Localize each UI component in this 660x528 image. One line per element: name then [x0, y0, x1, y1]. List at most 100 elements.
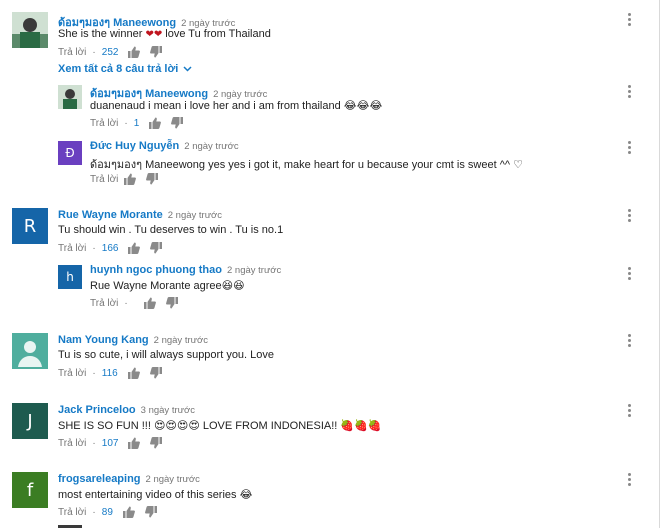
like-count: 252: [101, 46, 119, 58]
comment-actions: Trả lời · 107: [58, 437, 172, 449]
comment-actions: Trả lời · 252: [58, 46, 172, 58]
comment-thread-2: R Rue Wayne Morante 2 ngày trước Tu shoul…: [0, 200, 660, 260]
comment-actions: Trả lời · 116: [58, 367, 172, 379]
more-options-icon[interactable]: [628, 473, 632, 487]
reply-button[interactable]: Trả lời: [58, 47, 86, 58]
more-options-icon[interactable]: [628, 141, 632, 155]
comment-text: duanenaud i mean i love her and i am fro…: [90, 100, 383, 112]
more-options-icon[interactable]: [628, 267, 632, 281]
avatar-letter: Đ: [58, 141, 82, 165]
timestamp[interactable]: 3 ngày trước: [141, 405, 195, 416]
comment-actions: Trả lời ·: [90, 297, 188, 309]
author-name[interactable]: Nam Young Kang: [58, 334, 149, 346]
comment-actions: Trả lời: [90, 173, 168, 185]
author-name[interactable]: frogsareleaping: [58, 473, 141, 485]
comment-actions: Trả lời · 166: [58, 242, 172, 254]
comment-thread-3: Nam Young Kang 2 ngày trước Tu is so cute…: [0, 325, 660, 385]
comment-actions: Trả lời · 89: [58, 506, 167, 518]
avatar[interactable]: [12, 12, 48, 48]
thumbs-down-icon[interactable]: [144, 506, 157, 518]
author-name[interactable]: Jack Princeloo: [58, 404, 136, 416]
avatar[interactable]: Đ: [58, 141, 82, 165]
chevron-down-icon: [183, 66, 192, 72]
view-replies-label: Xem tất cả 8 câu trả lời: [58, 63, 179, 75]
like-count: 116: [101, 367, 118, 379]
reply-3: h huynh ngoc phuong thao 2 ngày trước Rue…: [0, 260, 660, 315]
comment-text: ด้อมๆมองๆ Maneewong yes yes i got it, ma…: [90, 159, 523, 171]
avatar-letter: h: [58, 265, 82, 289]
author-name[interactable]: Rue Wayne Morante: [58, 209, 163, 221]
comment-thread-4: J Jack Princeloo 3 ngày trước SHE IS SO F…: [0, 394, 660, 454]
like-count: 107: [101, 437, 119, 449]
comment-header: Jack Princeloo 3 ngày trước: [58, 404, 195, 416]
comment-text: Tu is so cute, i will always support you…: [58, 349, 275, 361]
reply-button[interactable]: Trả lời: [90, 174, 118, 185]
reply-button[interactable]: Trả lời: [90, 298, 118, 309]
reply-button[interactable]: Trả lời: [58, 368, 86, 379]
thumbs-up-icon[interactable]: [122, 506, 135, 518]
timestamp[interactable]: 2 ngày trước: [168, 210, 222, 221]
reply-1: ด้อมๆมองๆ Maneewong 2 ngày trước duanenau…: [0, 80, 660, 135]
timestamp[interactable]: 2 ngày trước: [184, 141, 238, 152]
thumbs-up-icon[interactable]: [149, 117, 162, 129]
reply-button[interactable]: Trả lời: [58, 438, 86, 449]
thumbs-up-icon[interactable]: [124, 173, 137, 185]
like-count: 1: [133, 117, 140, 129]
timestamp[interactable]: 2 ngày trước: [146, 474, 200, 485]
reply-2: Đ Đức Huy Nguyễn 2 ngày trước ด้อมๆมองๆ M…: [0, 136, 660, 191]
avatar-letter: R: [12, 208, 48, 244]
thumbs-up-icon[interactable]: [143, 297, 156, 309]
reply-button[interactable]: Trả lời: [58, 243, 86, 254]
like-count: 166: [101, 242, 119, 254]
comment-header: Đức Huy Nguyễn 2 ngày trước: [90, 140, 239, 152]
avatar[interactable]: f: [12, 472, 48, 508]
more-options-icon[interactable]: [628, 209, 632, 223]
avatar-photo-icon: [12, 12, 48, 48]
timestamp[interactable]: 2 ngày trước: [154, 335, 208, 346]
reply-button[interactable]: Trả lời: [58, 507, 86, 518]
avatar[interactable]: J: [12, 403, 48, 439]
thumbs-up-icon[interactable]: [128, 242, 141, 254]
thumbs-down-icon[interactable]: [146, 173, 159, 185]
thumbs-down-icon[interactable]: [171, 117, 184, 129]
thumbs-down-icon[interactable]: [150, 46, 163, 58]
avatar-letter: J: [12, 403, 48, 439]
comment-text: Rue Wayne Morante agree😆😆: [90, 280, 245, 292]
thumbs-down-icon[interactable]: [165, 297, 178, 309]
comment-header: huynh ngoc phuong thao 2 ngày trước: [90, 264, 281, 276]
comment-header: Rue Wayne Morante 2 ngày trước: [58, 209, 222, 221]
more-options-icon[interactable]: [628, 404, 632, 418]
like-count: 89: [101, 506, 113, 518]
thumbs-up-icon[interactable]: [127, 367, 140, 379]
thumbs-down-icon[interactable]: [150, 437, 163, 449]
default-avatar-icon: [12, 333, 48, 369]
avatar-photo-icon: [58, 85, 82, 109]
avatar[interactable]: [12, 333, 48, 369]
comment-header: frogsareleaping 2 ngày trước: [58, 473, 200, 485]
comment-thread-1: ด้อมๆมองๆ Maneewong 2 ngày trước She is t…: [0, 0, 660, 60]
reply-button[interactable]: Trả lời: [90, 118, 118, 129]
thumbs-up-icon[interactable]: [128, 437, 141, 449]
thumbs-down-icon[interactable]: [149, 367, 162, 379]
comment-text: SHE IS SO FUN !!! 😍😍😍😍 LOVE FROM INDONES…: [58, 420, 382, 432]
comment-actions: Trả lời · 1: [90, 117, 193, 129]
more-options-icon[interactable]: [628, 85, 632, 99]
thumbs-up-icon[interactable]: [128, 46, 141, 58]
heart-emoji: ❤❤: [145, 29, 163, 40]
comment-text: Tu should win . Tu deserves to win . Tu …: [58, 224, 284, 236]
comment-thread-5: f frogsareleaping 2 ngày trước most enter…: [0, 463, 660, 528]
avatar[interactable]: R: [12, 208, 48, 244]
avatar[interactable]: h: [58, 265, 82, 289]
comment-header: Nam Young Kang 2 ngày trước: [58, 334, 208, 346]
avatar-letter: f: [12, 472, 48, 508]
thumbs-down-icon[interactable]: [150, 242, 163, 254]
view-replies-toggle[interactable]: Xem tất cả 8 câu trả lời: [58, 63, 192, 75]
author-name[interactable]: huynh ngoc phuong thao: [90, 264, 222, 276]
comment-text: She is the winner ❤❤ love Tu from Thaila…: [58, 28, 271, 40]
more-options-icon[interactable]: [628, 13, 632, 27]
more-options-icon[interactable]: [628, 334, 632, 348]
avatar[interactable]: [58, 85, 82, 109]
author-name[interactable]: Đức Huy Nguyễn: [90, 140, 179, 152]
timestamp[interactable]: 2 ngày trước: [227, 265, 281, 276]
comment-text: most entertaining video of this series 😂: [58, 489, 253, 501]
